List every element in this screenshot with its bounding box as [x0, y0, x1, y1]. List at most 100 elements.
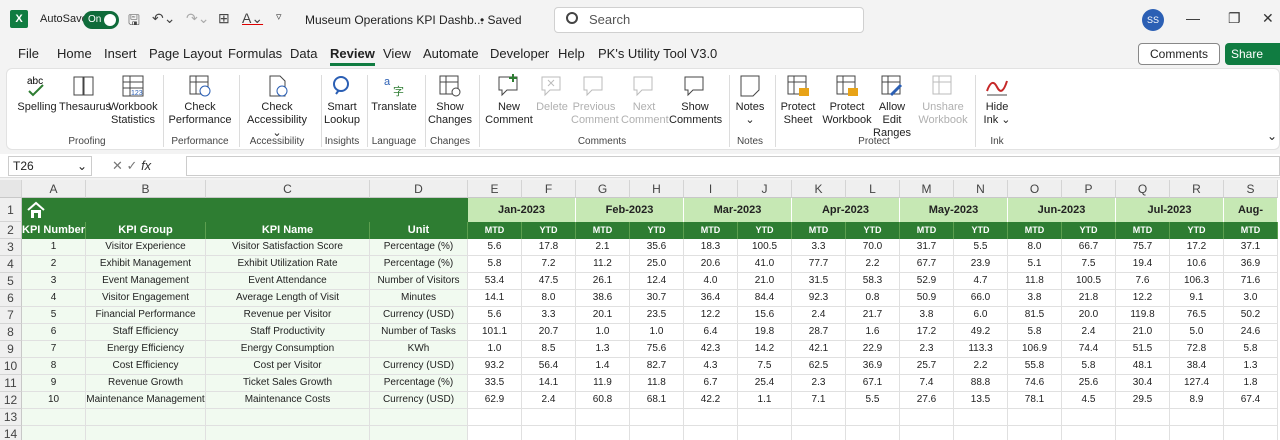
formula-input[interactable]	[186, 156, 1280, 176]
table-cell[interactable]: 70.0	[846, 239, 900, 256]
table-cell[interactable]: 6	[22, 324, 86, 341]
table-cell[interactable]: Exhibit Management	[86, 256, 206, 273]
table-cell[interactable]: Event Attendance	[206, 273, 370, 290]
table-cell[interactable]: Maintenance Management	[86, 392, 206, 409]
table-cell[interactable]: 68.1	[630, 392, 684, 409]
table-cell[interactable]: 1.8	[1224, 375, 1278, 392]
table-cell[interactable]: Event Management	[86, 273, 206, 290]
table-cell[interactable]: 106.9	[1008, 341, 1062, 358]
table-cell[interactable]: 49.2	[954, 324, 1008, 341]
empty-cell[interactable]	[576, 409, 630, 426]
row-header[interactable]: 8	[0, 324, 22, 341]
table-cell[interactable]: 100.5	[1062, 273, 1116, 290]
table-cell[interactable]: Percentage (%)	[370, 239, 468, 256]
table-cell[interactable]: 20.7	[522, 324, 576, 341]
month-header[interactable]: Aug-	[1224, 198, 1278, 222]
empty-cell[interactable]	[630, 426, 684, 440]
kpi-column-header[interactable]: KPI Name	[206, 222, 370, 239]
table-cell[interactable]: 36.9	[846, 358, 900, 375]
table-cell[interactable]: 23.5	[630, 307, 684, 324]
empty-cell[interactable]	[1008, 409, 1062, 426]
table-cell[interactable]: KWh	[370, 341, 468, 358]
previous-comment-button[interactable]: Previous Comment	[571, 73, 619, 127]
document-title[interactable]: Museum Operations KPI Dashb...	[305, 13, 484, 27]
empty-cell[interactable]	[522, 426, 576, 440]
mtd-header[interactable]: MTD	[1224, 222, 1278, 239]
autosave-toggle[interactable]: On	[83, 11, 119, 29]
table-cell[interactable]: 11.8	[1008, 273, 1062, 290]
check-performance-button[interactable]: Check Performance	[167, 73, 233, 127]
table-cell[interactable]: 62.5	[792, 358, 846, 375]
table-cell[interactable]: 7.2	[522, 256, 576, 273]
table-cell[interactable]: 1.0	[576, 324, 630, 341]
table-cell[interactable]: 58.3	[846, 273, 900, 290]
empty-cell[interactable]	[206, 426, 370, 440]
table-cell[interactable]: 15.6	[738, 307, 792, 324]
table-cell[interactable]: 1.3	[1224, 358, 1278, 375]
tab-view[interactable]: View	[383, 46, 411, 61]
empty-cell[interactable]	[370, 426, 468, 440]
hide-ink-button[interactable]: Hide Ink ⌄	[979, 73, 1015, 127]
column-header[interactable]: C	[206, 180, 370, 198]
table-cell[interactable]: Cost per Visitor	[206, 358, 370, 375]
row-header[interactable]: 9	[0, 341, 22, 358]
show-changes-button[interactable]: Show Changes	[427, 73, 473, 127]
table-cell[interactable]: 9	[22, 375, 86, 392]
table-cell[interactable]: 119.8	[1116, 307, 1170, 324]
table-cell[interactable]: 30.4	[1116, 375, 1170, 392]
row-header[interactable]: 12	[0, 392, 22, 409]
empty-cell[interactable]	[576, 426, 630, 440]
table-cell[interactable]: 5.5	[846, 392, 900, 409]
table-cell[interactable]: 20.1	[576, 307, 630, 324]
row-header[interactable]: 6	[0, 290, 22, 307]
table-cell[interactable]: 92.3	[792, 290, 846, 307]
table-cell[interactable]: 5.8	[1062, 358, 1116, 375]
table-cell[interactable]: Maintenance Costs	[206, 392, 370, 409]
table-cell[interactable]: 101.1	[468, 324, 522, 341]
home-icon[interactable]	[26, 201, 46, 219]
table-cell[interactable]: 21.0	[738, 273, 792, 290]
table-cell[interactable]: 13.5	[954, 392, 1008, 409]
table-cell[interactable]: 4.3	[684, 358, 738, 375]
table-cell[interactable]: 51.5	[1116, 341, 1170, 358]
tab-developer[interactable]: Developer	[490, 46, 549, 61]
month-header[interactable]: Jul-2023	[1116, 198, 1224, 222]
table-cell[interactable]: 2.3	[792, 375, 846, 392]
table-cell[interactable]: 42.2	[684, 392, 738, 409]
table-cell[interactable]: 4.0	[684, 273, 738, 290]
empty-cell[interactable]	[738, 409, 792, 426]
tab-utility-tool[interactable]: PK's Utility Tool V3.0	[598, 46, 717, 61]
table-cell[interactable]: 8.9	[1170, 392, 1224, 409]
tab-insert[interactable]: Insert	[104, 46, 137, 61]
column-header[interactable]: B	[86, 180, 206, 198]
table-cell[interactable]: Staff Efficiency	[86, 324, 206, 341]
table-cell[interactable]: 37.1	[1224, 239, 1278, 256]
table-cell[interactable]: 2	[22, 256, 86, 273]
empty-cell[interactable]	[738, 426, 792, 440]
table-cell[interactable]: 66.7	[1062, 239, 1116, 256]
month-header[interactable]: Jun-2023	[1008, 198, 1116, 222]
empty-cell[interactable]	[86, 426, 206, 440]
empty-cell[interactable]	[22, 426, 86, 440]
ytd-header[interactable]: YTD	[846, 222, 900, 239]
table-cell[interactable]: 74.4	[1062, 341, 1116, 358]
table-cell[interactable]: 7.1	[792, 392, 846, 409]
table-cell[interactable]: 53.4	[468, 273, 522, 290]
table-cell[interactable]: 50.9	[900, 290, 954, 307]
tab-page-layout[interactable]: Page Layout	[149, 46, 222, 61]
month-header[interactable]: May-2023	[900, 198, 1008, 222]
table-cell[interactable]: Number of Tasks	[370, 324, 468, 341]
table-cell[interactable]: 17.8	[522, 239, 576, 256]
table-cell[interactable]: 3.8	[900, 307, 954, 324]
table-cell[interactable]: 4	[22, 290, 86, 307]
undo-icon[interactable]: ↶⌄	[152, 10, 175, 27]
column-header[interactable]: L	[846, 180, 900, 198]
table-cell[interactable]: 10.6	[1170, 256, 1224, 273]
table-cell[interactable]: Visitor Experience	[86, 239, 206, 256]
table-cell[interactable]: 7.6	[1116, 273, 1170, 290]
column-header[interactable]: D	[370, 180, 468, 198]
table-cell[interactable]: 75.7	[1116, 239, 1170, 256]
column-header[interactable]: P	[1062, 180, 1116, 198]
table-cell[interactable]: 42.1	[792, 341, 846, 358]
empty-cell[interactable]	[846, 409, 900, 426]
